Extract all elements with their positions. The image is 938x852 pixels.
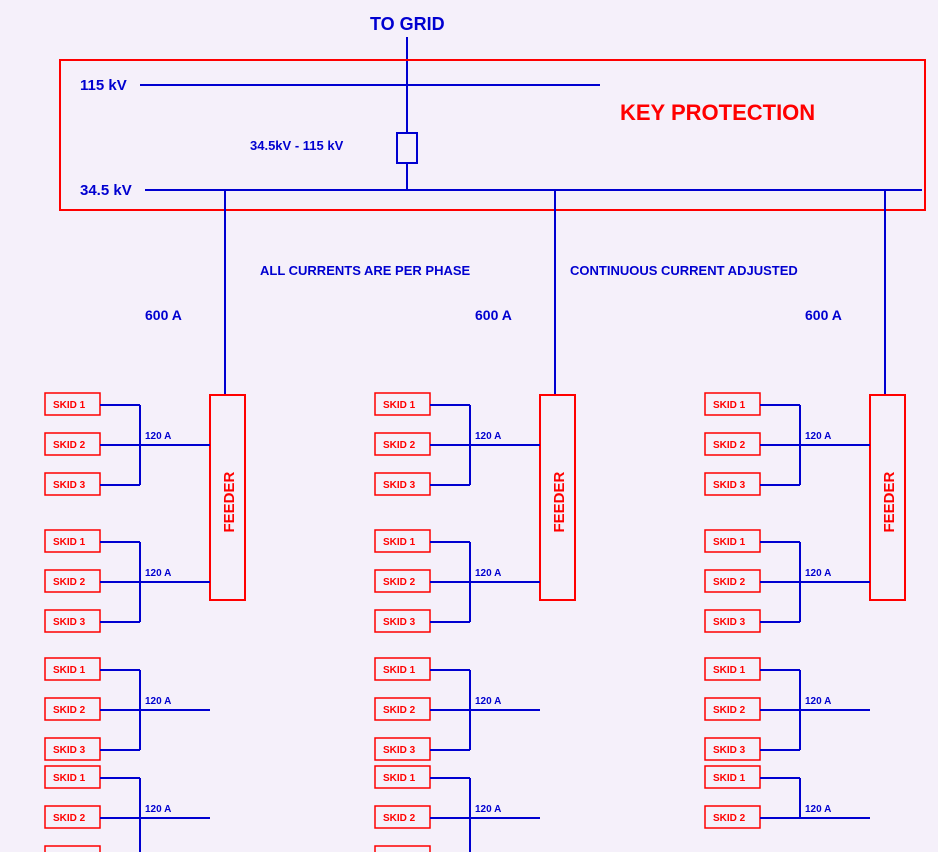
skid-label: SKID 1 bbox=[383, 537, 416, 548]
skid-current-label: 120 A bbox=[475, 431, 501, 442]
skid-label: SKID 1 bbox=[383, 400, 416, 411]
skid-label: SKID 2 bbox=[53, 577, 86, 588]
skid-current-label: 120 A bbox=[145, 431, 171, 442]
skid-label: SKID 3 bbox=[383, 745, 416, 756]
skid-current-label: 120 A bbox=[475, 568, 501, 579]
skid-label: SKID 3 bbox=[713, 480, 746, 491]
skid-label: SKID 2 bbox=[53, 705, 86, 716]
skid-label: SKID 2 bbox=[383, 705, 416, 716]
skid-label: SKID 1 bbox=[53, 665, 86, 676]
note-continuous: CONTINUOUS CURRENT ADJUSTED bbox=[570, 263, 798, 278]
skid-current-label: 120 A bbox=[805, 696, 831, 707]
skid-label: SKID 3 bbox=[53, 745, 86, 756]
key-protection-label: KEY PROTECTION bbox=[620, 100, 815, 125]
voltage-115-label: 115 kV bbox=[80, 77, 127, 94]
transformer-label: 34.5kV - 115 kV bbox=[250, 138, 344, 153]
skid-current-label: 120 A bbox=[805, 568, 831, 579]
skid-label: SKID 2 bbox=[713, 577, 746, 588]
skid-label: SKID 2 bbox=[383, 577, 416, 588]
skid-label: SKID 2 bbox=[383, 440, 416, 451]
feeder-current-label: 600 A bbox=[805, 307, 842, 323]
skid-label: SKID 1 bbox=[53, 400, 86, 411]
skid-label: SKID 3 bbox=[383, 617, 416, 628]
skid-label: SKID 2 bbox=[53, 813, 86, 824]
skid-label: SKID 2 bbox=[713, 813, 746, 824]
skid-label: SKID 3 bbox=[383, 480, 416, 491]
skid-label: SKID 2 bbox=[713, 440, 746, 451]
skid-current-label: 120 A bbox=[805, 804, 831, 815]
skid-label: SKID 2 bbox=[713, 705, 746, 716]
feeder-current-label: 600 A bbox=[475, 307, 512, 323]
skid-current-label: 120 A bbox=[805, 431, 831, 442]
voltage-345-label: 34.5 kV bbox=[80, 182, 132, 199]
feeder-label: FEEDER bbox=[551, 471, 568, 532]
feeder-current-label: 600 A bbox=[145, 307, 182, 323]
skid-current-label: 120 A bbox=[475, 804, 501, 815]
skid-label: SKID 1 bbox=[383, 665, 416, 676]
skid-label: SKID 3 bbox=[53, 617, 86, 628]
skid-current-label: 120 A bbox=[145, 568, 171, 579]
to-grid-label: TO GRID bbox=[370, 14, 445, 34]
skid-label: SKID 1 bbox=[713, 665, 746, 676]
skid-current-label: 120 A bbox=[475, 696, 501, 707]
feeder-label: FEEDER bbox=[881, 471, 898, 532]
skid-current-label: 120 A bbox=[145, 696, 171, 707]
skid-label: SKID 1 bbox=[383, 773, 416, 784]
skid-label: SKID 3 bbox=[713, 617, 746, 628]
skid-label: SKID 1 bbox=[713, 773, 746, 784]
note-per-phase: ALL CURRENTS ARE PER PHASE bbox=[260, 263, 471, 278]
skid-label: SKID 3 bbox=[53, 480, 86, 491]
skid-label: SKID 2 bbox=[53, 440, 86, 451]
skid-label: SKID 3 bbox=[713, 745, 746, 756]
skid-label: SKID 2 bbox=[383, 813, 416, 824]
skid-label: SKID 1 bbox=[53, 537, 86, 548]
skid-label: SKID 1 bbox=[713, 400, 746, 411]
skid-label: SKID 1 bbox=[53, 773, 86, 784]
skid-label: SKID 1 bbox=[713, 537, 746, 548]
skid-current-label: 120 A bbox=[145, 804, 171, 815]
feeder-label: FEEDER bbox=[221, 471, 238, 532]
